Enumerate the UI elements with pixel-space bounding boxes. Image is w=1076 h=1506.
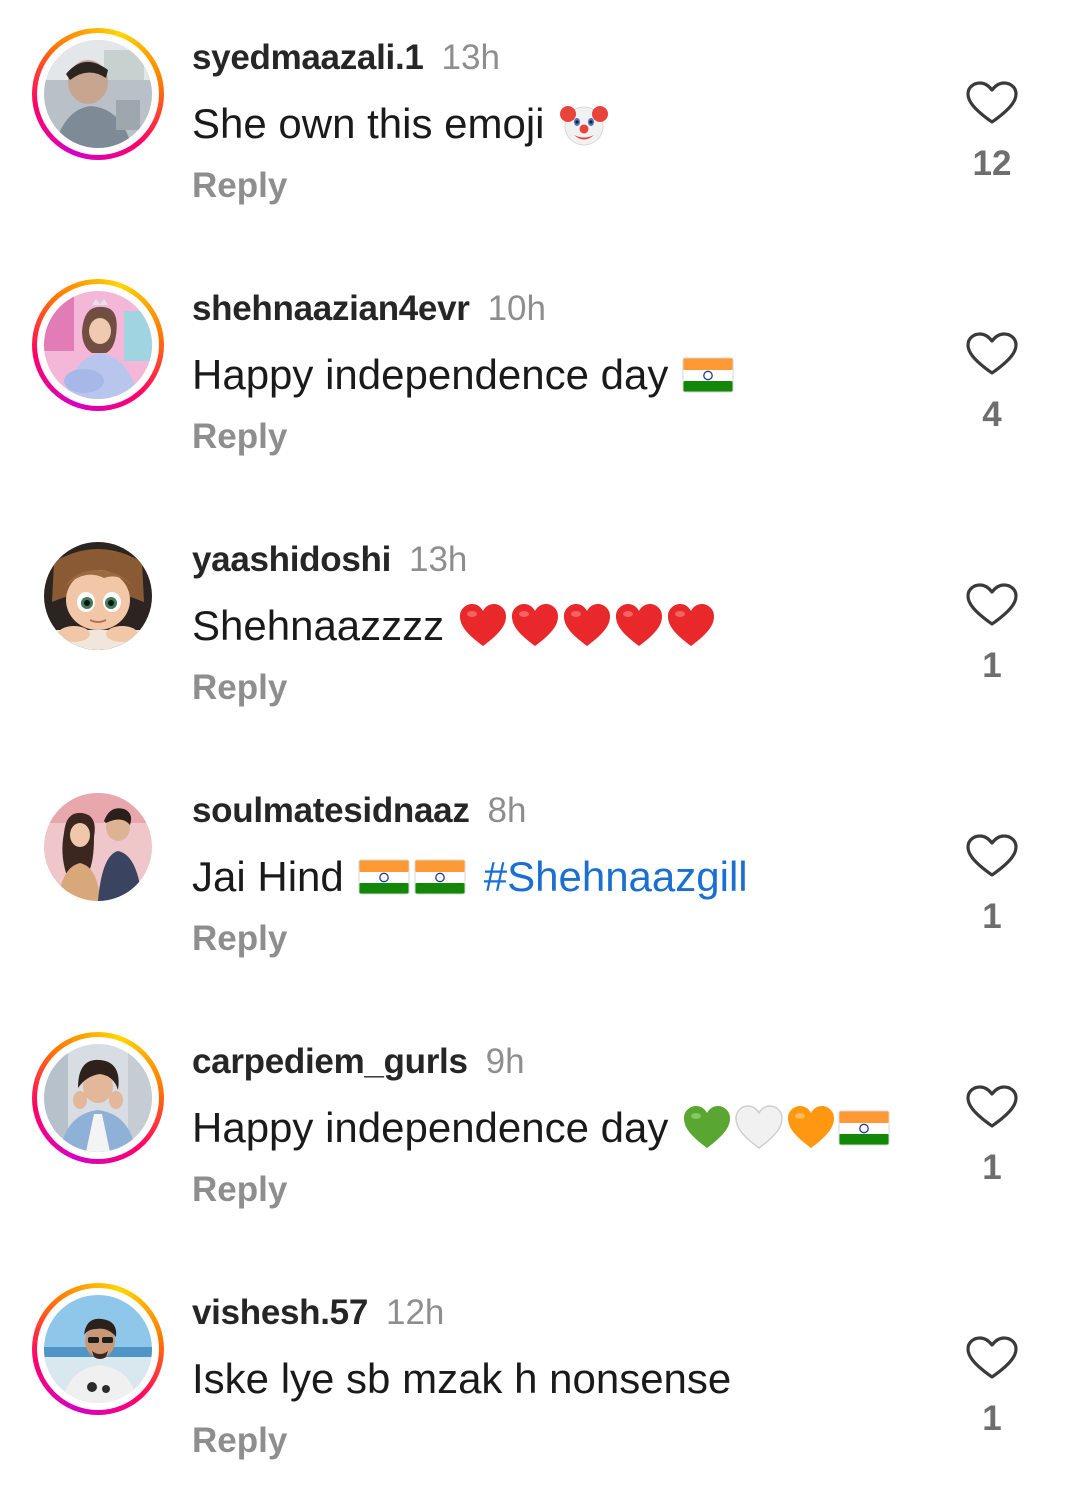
comment-body: She own this emoji: [192, 100, 545, 147]
like-count: 12: [972, 144, 1012, 183]
like-count: 1: [982, 1399, 1002, 1438]
comment-item: shehnaazian4evr 10h Happy independence da…: [0, 251, 1076, 502]
comment-meta: vishesh.57 12h: [192, 1293, 444, 1333]
username[interactable]: carpediem_gurls: [192, 1042, 468, 1081]
comment-body: Shehnaazzzz: [192, 602, 445, 649]
comment-item: syedmaazali.1 13h She own this emoji Repl…: [0, 0, 1076, 251]
comment-body: Happy independence day: [192, 1104, 669, 1151]
username[interactable]: syedmaazali.1: [192, 38, 424, 77]
timestamp: 13h: [409, 540, 468, 579]
india-flag-icon: [414, 857, 466, 897]
like-count: 1: [982, 1148, 1002, 1187]
heart-icon[interactable]: [962, 833, 1022, 879]
username[interactable]: vishesh.57: [192, 1293, 368, 1332]
username[interactable]: yaashidoshi: [192, 540, 391, 579]
comment-text: Happy independence day: [192, 349, 738, 401]
comment-body: Happy independence day: [192, 351, 669, 398]
hashtag-link[interactable]: #Shehnaazgill: [484, 851, 748, 903]
avatar: [44, 291, 152, 399]
avatar-story-ring[interactable]: [32, 279, 164, 411]
red-heart-icon: [458, 602, 508, 650]
comment-item: vishesh.57 12h Iske lye sb mzak h nonsens…: [0, 1255, 1076, 1506]
comment-item: soulmatesidnaaz 8h Jai Hind #Shehnaazgill…: [0, 753, 1076, 1004]
avatar-container[interactable]: [32, 530, 164, 662]
comment-meta: shehnaazian4evr 10h: [192, 289, 546, 329]
reply-button[interactable]: Reply: [192, 166, 287, 206]
comment-meta: carpediem_gurls 9h: [192, 1042, 525, 1082]
heart-icon[interactable]: [962, 331, 1022, 377]
comment-meta: soulmatesidnaaz 8h: [192, 791, 526, 831]
reply-button[interactable]: Reply: [192, 1170, 287, 1210]
avatar: [44, 542, 152, 650]
india-flag-icon: [838, 1108, 890, 1148]
avatar: [44, 1295, 152, 1403]
comment-text: She own this emoji: [192, 98, 611, 150]
heart-icon[interactable]: [962, 1084, 1022, 1130]
red-heart-icon: [666, 602, 716, 650]
avatar-story-ring[interactable]: [32, 28, 164, 160]
comment-item: carpediem_gurls 9h Happy independence day…: [0, 1004, 1076, 1255]
comment-meta: yaashidoshi 13h: [192, 540, 467, 580]
red-heart-icon: [510, 602, 560, 650]
like-count: 4: [982, 395, 1002, 434]
orange-heart-icon: [786, 1104, 836, 1152]
avatar: [44, 40, 152, 148]
heart-icon[interactable]: [962, 1335, 1022, 1381]
timestamp: 13h: [441, 38, 500, 77]
heart-icon[interactable]: [962, 582, 1022, 628]
reply-button[interactable]: Reply: [192, 668, 287, 708]
heart-icon[interactable]: [962, 80, 1022, 126]
avatar-container[interactable]: [32, 781, 164, 913]
comment-text: Shehnaazzzz: [192, 600, 718, 652]
like-count: 1: [982, 897, 1002, 936]
comment-body: Jai Hind: [192, 853, 344, 900]
reply-button[interactable]: Reply: [192, 417, 287, 457]
avatar: [44, 1044, 152, 1152]
avatar-story-ring[interactable]: [32, 1283, 164, 1415]
avatar: [44, 793, 152, 901]
india-flag-icon: [358, 857, 410, 897]
comment-meta: syedmaazali.1 13h: [192, 38, 500, 78]
reply-button[interactable]: Reply: [192, 1421, 287, 1461]
timestamp: 9h: [485, 1042, 525, 1081]
comment-text: Happy independence day: [192, 1102, 894, 1154]
timestamp: 10h: [487, 289, 546, 328]
clown-face-icon: [559, 100, 609, 148]
reply-button[interactable]: Reply: [192, 919, 287, 959]
comment-item: yaashidoshi 13h Shehnaazzzz Reply 1: [0, 502, 1076, 753]
white-heart-icon: [734, 1104, 784, 1152]
comment-body: Iske lye sb mzak h nonsense: [192, 1355, 732, 1402]
comment-text: Iske lye sb mzak h nonsense: [192, 1353, 745, 1405]
timestamp: 12h: [386, 1293, 445, 1332]
comment-text: Jai Hind #Shehnaazgill: [192, 851, 748, 903]
like-count: 1: [982, 646, 1002, 685]
avatar-story-ring[interactable]: [32, 1032, 164, 1164]
username[interactable]: soulmatesidnaaz: [192, 791, 470, 830]
username[interactable]: shehnaazian4evr: [192, 289, 470, 328]
timestamp: 8h: [487, 791, 527, 830]
green-heart-icon: [682, 1104, 732, 1152]
india-flag-icon: [682, 355, 734, 395]
red-heart-icon: [562, 602, 612, 650]
red-heart-icon: [614, 602, 664, 650]
